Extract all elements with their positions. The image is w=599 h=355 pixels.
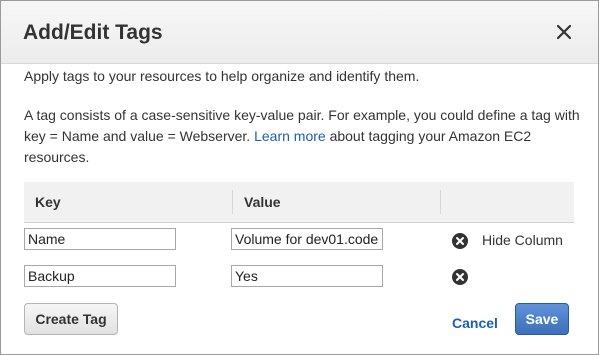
tags-table-header: Key Value [24, 182, 574, 223]
description-text: A tag consists of a case-sensitive key-v… [24, 105, 584, 168]
tag-key-input[interactable]: Name [24, 228, 176, 250]
save-button[interactable]: Save [515, 303, 569, 335]
column-divider [440, 190, 441, 214]
remove-circle-icon[interactable] [451, 232, 469, 250]
hide-column-link[interactable]: Hide Column [482, 232, 563, 248]
close-icon[interactable] [553, 21, 575, 43]
learn-more-link[interactable]: Learn more [254, 128, 326, 144]
column-header-key: Key [35, 194, 61, 210]
dialog-title: Add/Edit Tags [23, 21, 163, 44]
dialog-header: Add/Edit Tags [1, 1, 598, 64]
intro-text: Apply tags to your resources to help org… [24, 68, 420, 84]
column-divider [232, 190, 233, 214]
tag-key-input[interactable]: Backup [24, 265, 176, 287]
create-tag-button[interactable]: Create Tag [24, 303, 118, 335]
column-header-value: Value [244, 194, 281, 210]
remove-circle-icon[interactable] [451, 268, 469, 286]
add-edit-tags-dialog: Add/Edit Tags Apply tags to your resourc… [0, 0, 599, 355]
cancel-button[interactable]: Cancel [452, 315, 498, 331]
tag-value-input[interactable]: Volume for dev01.code [231, 228, 383, 250]
tag-value-input[interactable]: Yes [231, 265, 383, 287]
